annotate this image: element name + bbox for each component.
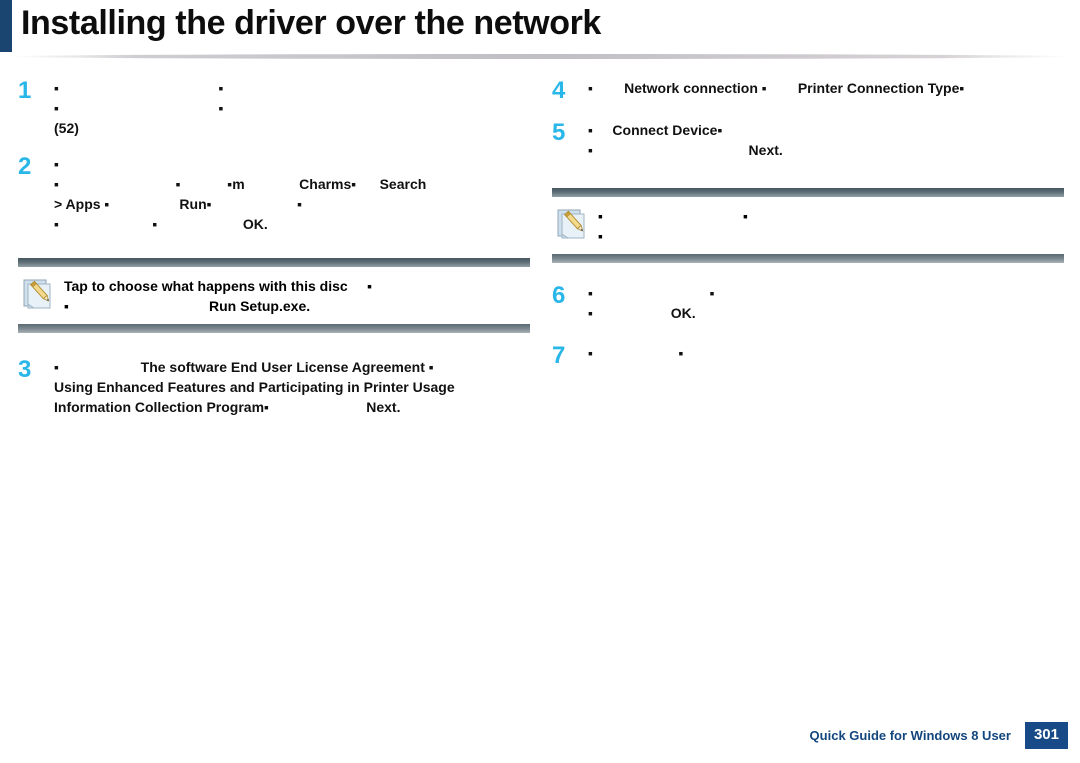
note-bottom-bar (552, 254, 1064, 263)
step-7: 7 ▪ ▪ (552, 343, 1064, 369)
step-number: 3 (18, 356, 32, 383)
step-body: ▪ ▪ ▪ OK. (588, 283, 1064, 323)
step-6: 6 ▪ ▪ ▪ OK. (552, 283, 1064, 323)
step-line: ▪ ▪ (54, 80, 224, 96)
step-line: ▪ Connect Device▪ (588, 122, 723, 138)
note-content: Tap to choose what happens with this dis… (18, 267, 530, 324)
step-line: ▪ (54, 156, 59, 172)
step-number: 5 (552, 119, 566, 146)
note-bottom-bar (18, 324, 530, 333)
note-line: ▪ ▪ (598, 208, 748, 224)
page-number-badge: 301 (1024, 722, 1068, 749)
note-line: ▪ Run Setup.exe. (64, 298, 311, 314)
note-top-bar (552, 188, 1064, 197)
step-line: (52) (54, 120, 79, 136)
header-accent-bar (0, 0, 12, 52)
step-number: 4 (552, 77, 566, 104)
header-divider (12, 54, 1068, 59)
step-body: ▪ ▪ (588, 343, 1064, 363)
step-line: ▪ The software End User License Agreemen… (54, 359, 434, 375)
note-pencil-icon (23, 279, 51, 309)
step-2: 2 ▪ ▪ ▪ ▪m Charms▪ Search > Apps ▪ Run▪ … (18, 154, 530, 234)
step-line: ▪ ▪ (588, 285, 715, 301)
step-body: ▪ Network connection ▪ Printer Connectio… (588, 78, 1064, 98)
step-number: 6 (552, 282, 566, 309)
step-1: 1 ▪ ▪ ▪ ▪ (52) (18, 78, 530, 138)
step-line: ▪ ▪ ▪m Charms▪ Search (54, 176, 427, 192)
note-top-bar (18, 258, 530, 267)
step-body: ▪ The software End User License Agreemen… (54, 357, 530, 417)
step-4: 4 ▪ Network connection ▪ Printer Connect… (552, 78, 1064, 104)
step-line: > Apps ▪ Run▪ ▪ (54, 196, 303, 212)
note-text: ▪ ▪ ▪ (598, 205, 748, 246)
step-number: 1 (18, 77, 32, 104)
step-line: Information Collection Program▪ Next. (54, 399, 401, 415)
left-column: 1 ▪ ▪ ▪ ▪ (52) 2 ▪ ▪ ▪ ▪m Charms▪ Search… (18, 78, 530, 417)
step-body: ▪ Connect Device▪ ▪ Next. (588, 120, 1064, 160)
footer-label: Quick Guide for Windows 8 User (809, 728, 1011, 743)
step-line: ▪ ▪ (54, 100, 224, 116)
page-header: Installing the driver over the network (0, 0, 1080, 52)
step-line: Using Enhanced Features and Participatin… (54, 379, 455, 395)
step-line: ▪ Network connection ▪ Printer Connectio… (588, 80, 965, 96)
note-box-right: ▪ ▪ ▪ (552, 188, 1064, 263)
step-3: 3 ▪ The software End User License Agreem… (18, 357, 530, 417)
note-box-left: Tap to choose what happens with this dis… (18, 258, 530, 333)
step-number: 2 (18, 153, 32, 180)
step-line: ▪ Next. (588, 142, 783, 158)
step-number: 7 (552, 342, 566, 369)
page-title: Installing the driver over the network (21, 4, 601, 42)
step-body: ▪ ▪ ▪ ▪ (52) (54, 78, 530, 138)
step-line: ▪ ▪ (588, 345, 684, 361)
step-5: 5 ▪ Connect Device▪ ▪ Next. (552, 120, 1064, 160)
note-content: ▪ ▪ ▪ (552, 197, 1064, 254)
step-line: ▪ OK. (588, 305, 696, 321)
right-column: 4 ▪ Network connection ▪ Printer Connect… (552, 78, 1064, 369)
step-line: ▪ ▪ OK. (54, 216, 268, 232)
note-line: ▪ (598, 228, 603, 244)
note-text: Tap to choose what happens with this dis… (64, 275, 372, 316)
note-pencil-icon (557, 209, 585, 239)
note-line: Tap to choose what happens with this dis… (64, 278, 373, 294)
page-footer: Quick Guide for Windows 8 User 301 (810, 722, 1068, 749)
step-body: ▪ ▪ ▪ ▪m Charms▪ Search > Apps ▪ Run▪ ▪ … (54, 154, 530, 234)
